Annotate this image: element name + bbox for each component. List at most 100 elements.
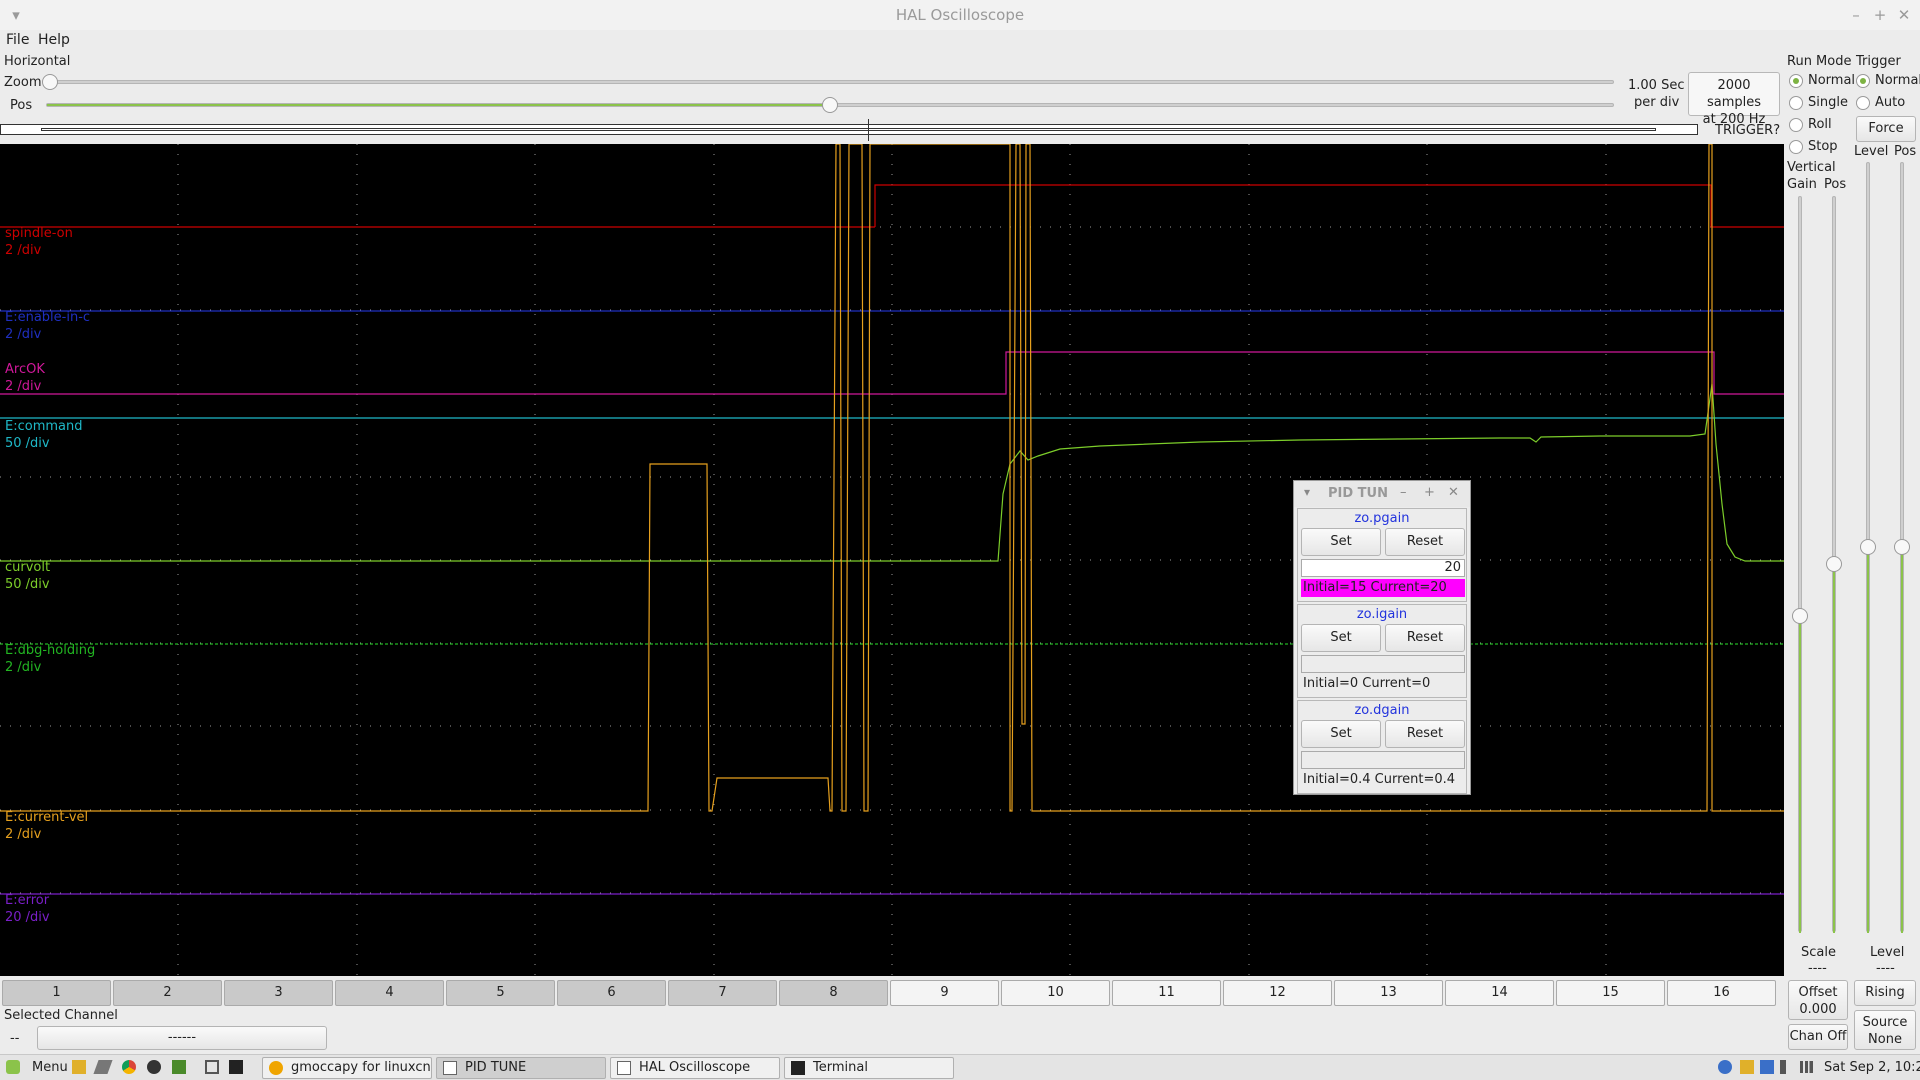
offset-label: Offset xyxy=(1798,985,1838,1000)
level-value: ---- xyxy=(1876,961,1895,976)
trigger-pos-handle[interactable] xyxy=(1894,539,1910,555)
vertical-pos-label: Pos xyxy=(1824,177,1847,192)
menu-help[interactable]: Help xyxy=(38,32,70,48)
trigger-pos-label: Pos xyxy=(1894,144,1917,159)
vertical-pos-handle[interactable] xyxy=(1826,556,1842,572)
channel-button-12[interactable]: 12 xyxy=(1223,980,1332,1006)
channel-button-4[interactable]: 4 xyxy=(335,980,444,1006)
channel-button-2[interactable]: 2 xyxy=(113,980,222,1006)
trigger-level-handle[interactable] xyxy=(1860,539,1876,555)
pid-section-dgain: zo.dgain Set Reset Initial=0.4 Current=0… xyxy=(1297,700,1467,794)
taskbar-menu-label[interactable]: Menu xyxy=(32,1060,68,1075)
run-mode-stop-label: Stop xyxy=(1808,139,1838,154)
pgain-reset-button[interactable]: Reset xyxy=(1385,528,1465,556)
media-player-icon[interactable] xyxy=(147,1060,161,1074)
record-window xyxy=(41,128,1656,131)
rising-button[interactable]: Rising xyxy=(1854,980,1916,1006)
task-hal-oscilloscope-label: HAL Oscilloscope xyxy=(639,1060,751,1075)
menu-file[interactable]: File xyxy=(6,32,29,48)
selected-channel-prefix: -- xyxy=(10,1031,20,1046)
pid-tune-window: ▾ PID TUN – + ✕ zo.pgain Set Reset 20 In… xyxy=(1293,480,1471,795)
pos-slider-fill xyxy=(47,104,831,106)
run-mode-normal-radio[interactable] xyxy=(1789,74,1803,88)
pgain-set-button[interactable]: Set xyxy=(1301,528,1381,556)
channel-button-9[interactable]: 9 xyxy=(890,980,999,1006)
folder-icon[interactable] xyxy=(1740,1060,1754,1074)
source-label: Source xyxy=(1862,1015,1908,1030)
source-button[interactable]: Source None xyxy=(1854,1010,1916,1050)
channel-button-15[interactable]: 15 xyxy=(1556,980,1665,1006)
force-button[interactable]: Force xyxy=(1856,116,1916,142)
vertical-gain-slider[interactable] xyxy=(1798,196,1802,933)
igain-input[interactable] xyxy=(1301,655,1465,673)
channel-6-name: E:dbg-holding xyxy=(5,643,96,658)
offset-button[interactable]: Offset 0.000 xyxy=(1788,980,1848,1020)
shield-icon[interactable] xyxy=(1718,1060,1732,1074)
terminal-launcher-icon[interactable] xyxy=(172,1060,186,1074)
channel-button-5[interactable]: 5 xyxy=(446,980,555,1006)
network-icon[interactable] xyxy=(1760,1060,1774,1074)
chan-off-button[interactable]: Chan Off xyxy=(1788,1024,1848,1050)
show-desktop-icon[interactable] xyxy=(205,1060,219,1074)
record-bar[interactable] xyxy=(0,119,1698,141)
console-icon[interactable] xyxy=(229,1060,243,1074)
channel-button-10[interactable]: 10 xyxy=(1001,980,1110,1006)
dgain-set-button[interactable]: Set xyxy=(1301,720,1381,748)
trace-spindle-on xyxy=(874,184,1784,228)
vertical-gain-handle[interactable] xyxy=(1792,607,1808,624)
vertical-pos-fill xyxy=(1833,565,1835,933)
volume-icon[interactable] xyxy=(1780,1060,1794,1074)
vertical-heading: Vertical xyxy=(1787,160,1836,175)
dgain-reset-button[interactable]: Reset xyxy=(1385,720,1465,748)
channel-button-7[interactable]: 7 xyxy=(668,980,777,1006)
pos-slider-handle[interactable] xyxy=(822,97,838,113)
run-mode-single-radio[interactable] xyxy=(1789,96,1803,110)
channel-button-14[interactable]: 14 xyxy=(1445,980,1554,1006)
channel-button-8[interactable]: 8 xyxy=(779,980,888,1006)
task-gmoccapy[interactable]: gmoccapy for linuxcn... xyxy=(262,1057,432,1079)
mint-menu-icon[interactable] xyxy=(6,1060,20,1074)
maximize-icon[interactable]: + xyxy=(1870,5,1890,25)
minimize-icon[interactable]: – xyxy=(1846,5,1866,25)
file-manager-icon[interactable] xyxy=(72,1060,86,1074)
trigger-normal-radio[interactable] xyxy=(1856,74,1870,88)
pgain-input[interactable]: 20 xyxy=(1301,559,1465,577)
channel-4-name: E:command xyxy=(5,419,83,434)
channel-button-13[interactable]: 13 xyxy=(1334,980,1443,1006)
task-pid-tune-label: PID TUNE xyxy=(465,1060,527,1075)
igain-set-button[interactable]: Set xyxy=(1301,624,1381,652)
traces xyxy=(0,144,1784,895)
channel-7-scale: 2 /div xyxy=(5,827,42,842)
scope-display[interactable]: spindle-on 2 /div E:enable-in-c 2 /div A… xyxy=(0,144,1784,976)
run-mode-roll-radio[interactable] xyxy=(1789,118,1803,132)
channel-4-scale: 50 /div xyxy=(5,436,50,451)
signal-icon[interactable] xyxy=(1800,1061,1816,1073)
run-mode-roll-label: Roll xyxy=(1808,117,1832,132)
channel-button-11[interactable]: 11 xyxy=(1112,980,1221,1006)
zoom-slider-handle[interactable] xyxy=(42,74,58,90)
selected-channel-name-button[interactable]: ------ xyxy=(37,1026,327,1050)
channel-button-16[interactable]: 16 xyxy=(1667,980,1776,1006)
run-mode-stop-radio[interactable] xyxy=(1789,140,1803,154)
pid-minimize-icon[interactable]: – xyxy=(1400,485,1407,500)
dgain-input[interactable] xyxy=(1301,751,1465,769)
chrome-icon[interactable] xyxy=(122,1060,136,1074)
taskbar-clock[interactable]: Sat Sep 2, 10:23 xyxy=(1824,1060,1920,1075)
channel-button-6[interactable]: 6 xyxy=(557,980,666,1006)
igain-reset-button[interactable]: Reset xyxy=(1385,624,1465,652)
tools-icon[interactable] xyxy=(93,1060,113,1074)
pid-close-icon[interactable]: ✕ xyxy=(1448,485,1459,500)
task-pid-tune[interactable]: PID TUNE xyxy=(436,1057,606,1079)
channel-7-name: E:current-vel xyxy=(5,810,89,825)
trigger-auto-radio[interactable] xyxy=(1856,96,1870,110)
channel-button-1[interactable]: 1 xyxy=(2,980,111,1006)
pos-label: Pos xyxy=(10,98,33,113)
task-terminal[interactable]: Terminal xyxy=(784,1057,954,1079)
pid-window-menu-icon[interactable]: ▾ xyxy=(1304,485,1310,499)
zoom-slider[interactable] xyxy=(46,80,1614,84)
channel-button-3[interactable]: 3 xyxy=(224,980,333,1006)
close-icon[interactable]: ✕ xyxy=(1894,5,1914,25)
task-hal-oscilloscope[interactable]: HAL Oscilloscope xyxy=(610,1057,780,1079)
zoom-label: Zoom xyxy=(4,75,42,90)
pid-maximize-icon[interactable]: + xyxy=(1424,485,1435,500)
